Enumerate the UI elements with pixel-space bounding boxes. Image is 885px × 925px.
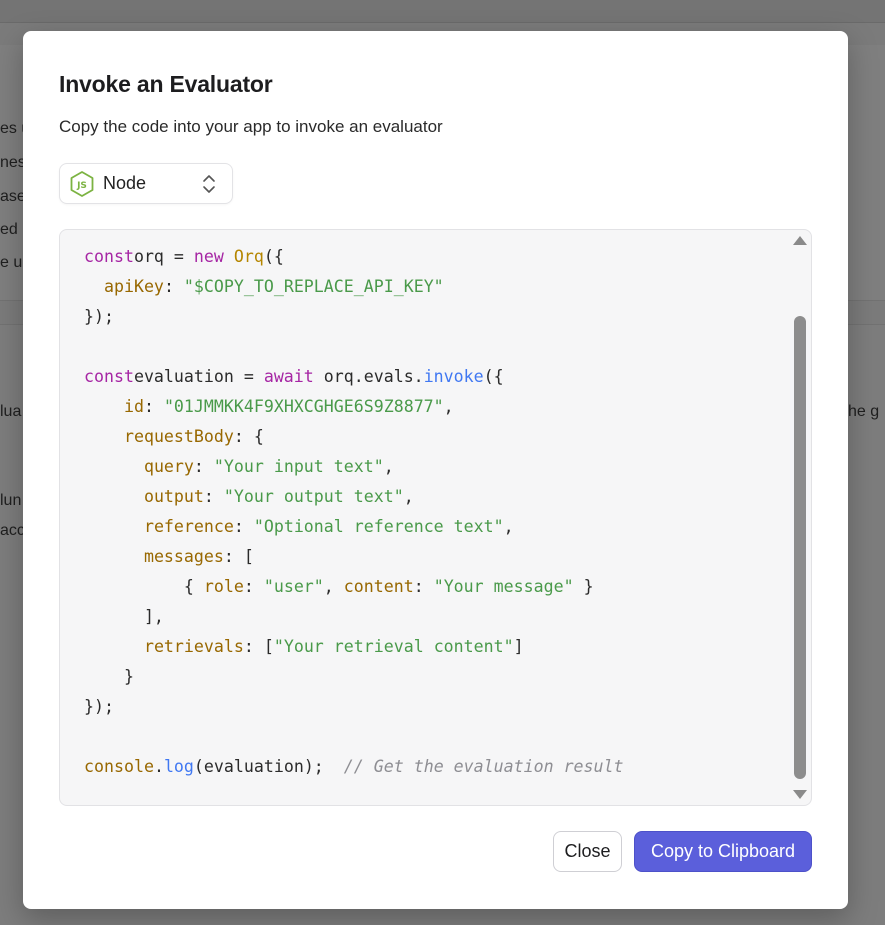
scrollbar-thumb[interactable] bbox=[794, 316, 806, 779]
code-line: id: "01JMMKK4F9XHXCGHGE6S9Z8877", bbox=[123, 397, 454, 416]
code-line: }); bbox=[84, 307, 114, 326]
code-line: } bbox=[84, 667, 134, 686]
background-text: he g bbox=[848, 403, 880, 420]
background-text: ase bbox=[0, 188, 26, 205]
chevron-up-down-icon bbox=[202, 173, 216, 195]
code-line: retrievals: ["Your retrieval content"] bbox=[143, 637, 524, 656]
svg-text:JS: JS bbox=[76, 181, 87, 191]
code-text: constorq = new Orq({ apiKey: "$COPY_TO_R… bbox=[84, 242, 624, 782]
scroll-up-arrow-icon[interactable] bbox=[793, 236, 807, 245]
code-line: constorq = new Orq({ bbox=[84, 247, 284, 266]
background-topbar bbox=[0, 0, 885, 23]
dialog-title: Invoke an Evaluator bbox=[59, 71, 273, 97]
code-line: constevaluation = await orq.evals.invoke… bbox=[84, 367, 504, 386]
code-line: console.log(evaluation); // Get the eval… bbox=[84, 757, 624, 776]
code-line: ], bbox=[84, 607, 164, 626]
copy-to-clipboard-button[interactable]: Copy to Clipboard bbox=[634, 831, 812, 872]
code-block[interactable]: constorq = new Orq({ apiKey: "$COPY_TO_R… bbox=[59, 229, 812, 806]
code-line: requestBody: { bbox=[123, 427, 264, 446]
code-line: { role: "user", content: "Your message" … bbox=[84, 577, 594, 596]
background-text: acc bbox=[0, 522, 25, 539]
close-button[interactable]: Close bbox=[553, 831, 622, 872]
background-text: e u bbox=[0, 254, 23, 271]
code-line: reference: "Optional reference text", bbox=[143, 517, 514, 536]
code-line: query: "Your input text", bbox=[143, 457, 394, 476]
dialog-subtitle: Copy the code into your app to invoke an… bbox=[59, 117, 443, 136]
code-line: apiKey: "$COPY_TO_REPLACE_API_KEY" bbox=[103, 277, 444, 296]
code-line: messages: [ bbox=[143, 547, 254, 566]
background-text: lua bbox=[0, 403, 22, 420]
nodejs-icon: JS bbox=[70, 170, 94, 197]
code-line: output: "Your output text", bbox=[143, 487, 414, 506]
language-select[interactable]: JS Node bbox=[59, 163, 233, 204]
background-text: nes bbox=[0, 154, 26, 171]
language-select-value: Node bbox=[103, 173, 147, 193]
code-line: }); bbox=[84, 697, 114, 716]
scroll-down-arrow-icon[interactable] bbox=[793, 790, 807, 799]
invoke-evaluator-dialog: Invoke an Evaluator Copy the code into y… bbox=[23, 31, 848, 909]
code-scrollbar[interactable] bbox=[789, 230, 811, 805]
background-text: lun bbox=[0, 492, 22, 509]
